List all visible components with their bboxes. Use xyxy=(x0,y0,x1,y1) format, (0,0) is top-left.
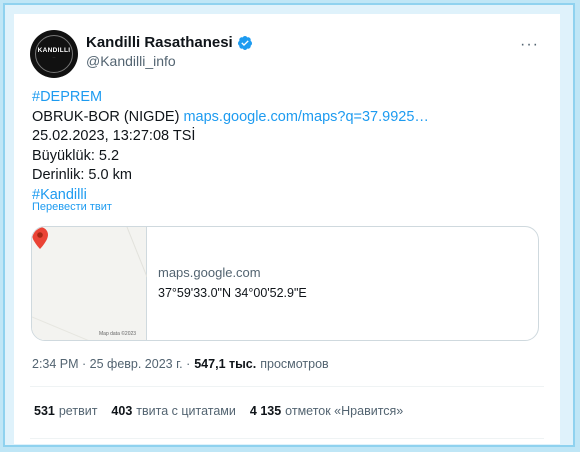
avatar[interactable]: KANDILLI ··· xyxy=(30,30,78,78)
tweet-card: KANDILLI ··· Kandilli Rasathanesi @Kandi… xyxy=(14,14,560,444)
likes-label: отметок «Нравится» xyxy=(285,404,404,418)
link-card-domain: maps.google.com xyxy=(158,265,261,280)
views-count: 547,1 тыс. xyxy=(194,357,257,371)
avatar-brand: KANDILLI xyxy=(37,47,71,55)
quotes-label: твита с цитатами xyxy=(136,404,236,418)
map-credit: Map data ©2023 xyxy=(99,331,137,337)
tweet-location: OBRUK-BOR (NIGDE) xyxy=(32,108,184,125)
link-card-title: 37°59'33.0"N 34°00'52.9"E xyxy=(158,286,307,300)
quotes-count: 403 xyxy=(111,404,133,418)
author-display-name[interactable]: Kandilli Rasathanesi xyxy=(86,34,233,51)
tweet-text: #DEPREM OBRUK-BOR (NIGDE) maps.google.co… xyxy=(32,88,532,205)
tweet-timestamp[interactable]: 2:34 PM · 25 февр. 2023 г. · xyxy=(32,357,190,371)
tweet-magnitude: Büyüklük: 5.2 xyxy=(32,147,120,164)
more-options-icon[interactable]: ··· xyxy=(520,36,539,54)
map-thumbnail: Map data ©2023 xyxy=(32,227,147,340)
retweets-count: 531 xyxy=(34,404,55,418)
map-pin-icon xyxy=(32,227,48,249)
link-preview-card[interactable]: Map data ©2023 maps.google.com 37°59'33.… xyxy=(31,226,539,341)
translate-tweet-link[interactable]: Перевести твит xyxy=(32,201,112,213)
tweet-depth: Derinlik: 5.0 km xyxy=(32,167,132,183)
hashtag-deprem[interactable]: #DEPREM xyxy=(32,89,102,105)
views-label: просмотров xyxy=(260,357,329,371)
retweets-label: ретвит xyxy=(58,404,98,418)
maps-link[interactable]: maps.google.com/maps?q=37.9925… xyxy=(183,109,428,125)
avatar-logo: KANDILLI ··· xyxy=(35,35,73,73)
avatar-subtext: ··· xyxy=(52,54,56,59)
quotes-stat[interactable]: 403 твита с цитатами xyxy=(111,404,235,418)
divider-bottom xyxy=(30,438,544,439)
likes-count: 4 135 xyxy=(249,404,282,418)
tweet-datetime: 25.02.2023, 13:27:08 TSİ xyxy=(32,128,196,144)
author-name-row: Kandilli Rasathanesi xyxy=(86,34,253,51)
verified-badge-icon xyxy=(237,35,252,50)
divider-top xyxy=(30,386,544,387)
retweets-stat[interactable]: 531 ретвит xyxy=(34,404,97,418)
tweet-meta: 2:34 PM · 25 февр. 2023 г. · 547,1 тыс. … xyxy=(32,357,329,371)
likes-stat[interactable]: 4 135 отметок «Нравится» xyxy=(250,404,403,418)
author-handle[interactable]: @Kandilli_info xyxy=(86,53,176,69)
map-roads xyxy=(32,227,147,340)
engagement-stats: 531 ретвит 403 твита с цитатами 4 135 от… xyxy=(34,404,417,418)
